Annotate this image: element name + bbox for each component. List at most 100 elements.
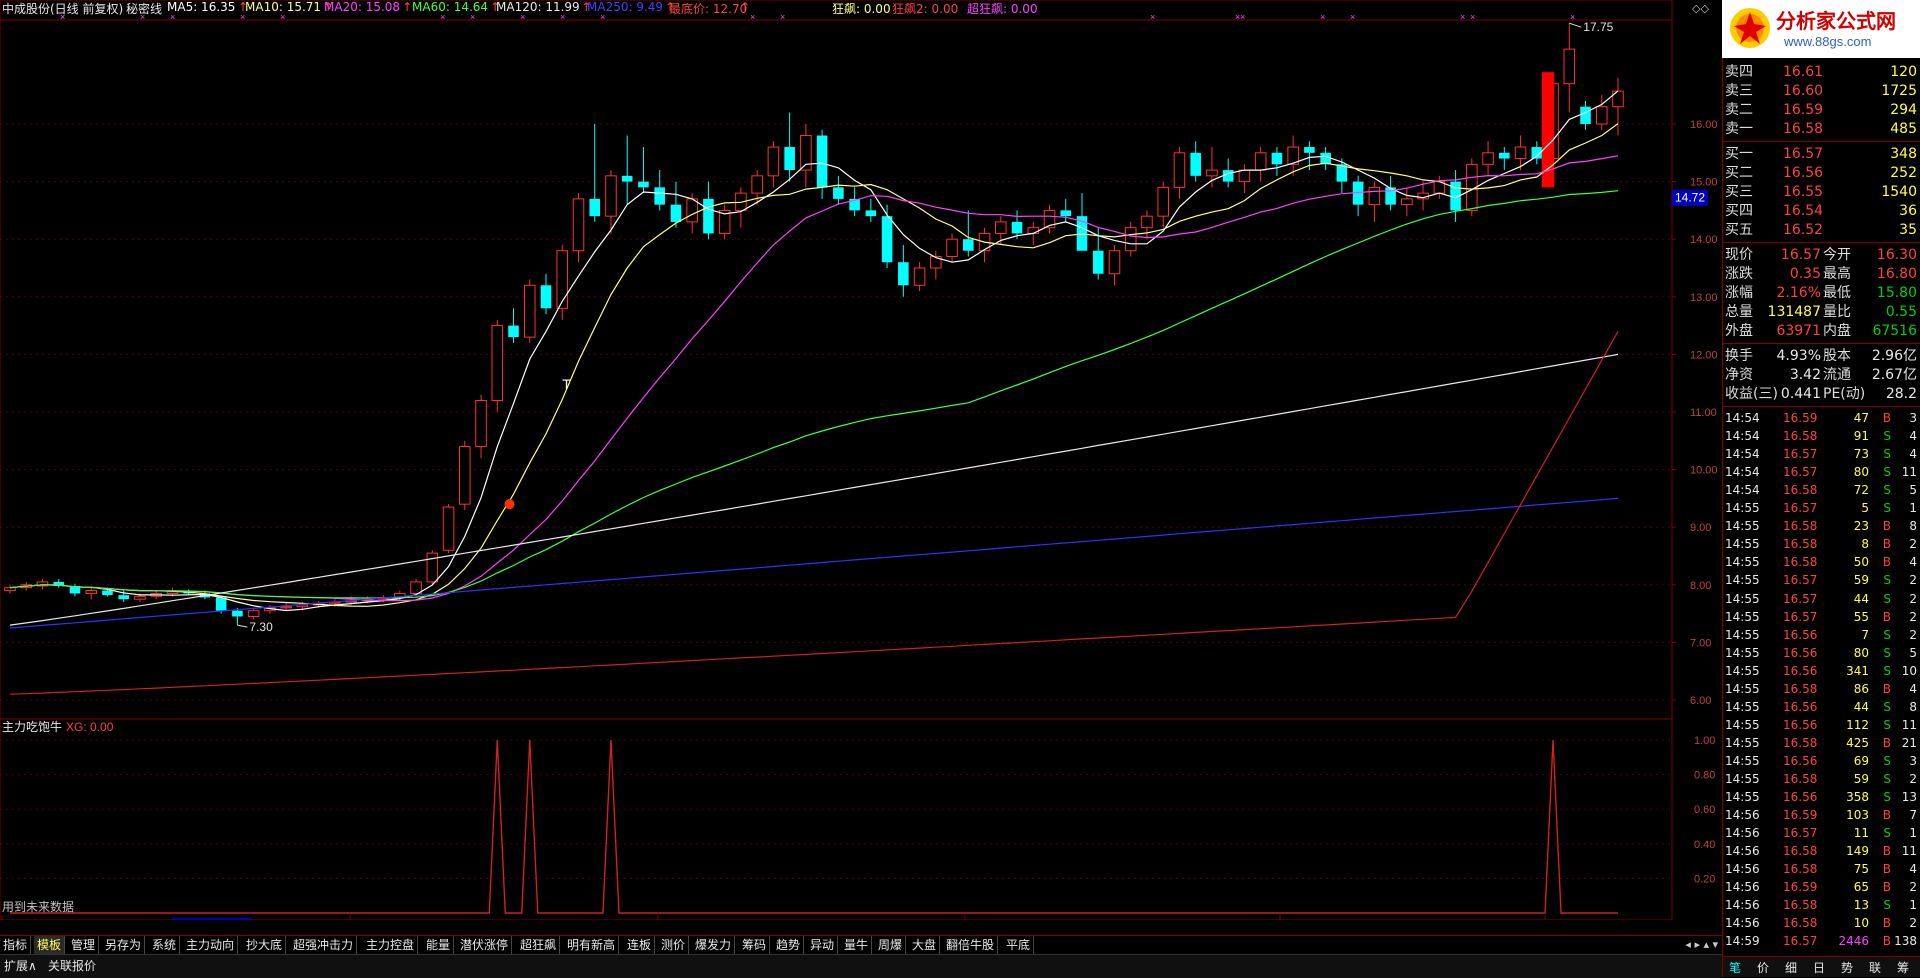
stat-label: PE(动) [1823, 386, 1866, 402]
tick-side: B [1882, 519, 1891, 534]
kline-chart[interactable]: 2014年 6789101117.757.30T××××××××××××××××… [0, 0, 1672, 920]
stat-row: 净资 3.42 流通 2.67亿 [1723, 366, 1920, 384]
toolbar-button[interactable]: 超强冲击力 [290, 936, 358, 954]
ma-legend-item: MA250: 9.49 [587, 0, 664, 14]
panel-tab[interactable]: 势 [1841, 959, 1853, 976]
tick-side: S [1883, 898, 1891, 913]
sub-tick-label: 1.00 [1694, 735, 1715, 747]
signal-x-icon: × [1570, 12, 1575, 22]
ask-label: 卖二 [1725, 102, 1753, 118]
candle-body [280, 606, 292, 609]
tick-volume: 72 [1853, 483, 1869, 498]
bid-row: 买二 16.56 252 [1723, 164, 1920, 182]
related-quote-button[interactable]: 关联报价 [48, 957, 96, 974]
stat-value: 63971 [1776, 323, 1821, 339]
toolbar-button[interactable]: 平底 [1003, 936, 1035, 954]
tick-row: 14:55 16.58 59 S 2 [1723, 770, 1920, 788]
bid-volume: 252 [1890, 165, 1917, 181]
expand-button[interactable]: 扩展∧ [4, 957, 37, 974]
toolbar-button[interactable]: 超狂飙 [517, 936, 561, 954]
ask-row: 卖四 16.61 120 [1723, 63, 1920, 81]
tick-count: 1 [1909, 898, 1917, 913]
panel-tab[interactable]: 联 [1869, 959, 1881, 976]
toolbar-button[interactable]: 能量 [423, 936, 455, 954]
toolbar-button[interactable]: 主力控盘 [363, 936, 419, 954]
candle-body [540, 285, 552, 309]
sub-tick-label: 0.40 [1694, 839, 1715, 851]
panel-tab[interactable]: 筹 [1897, 959, 1909, 976]
ask-volume: 294 [1890, 102, 1917, 118]
panel-tab[interactable]: 价 [1757, 959, 1769, 976]
toolbar-button[interactable]: 模板 [34, 936, 66, 954]
ask-label: 卖三 [1725, 83, 1753, 99]
candle-body [1157, 186, 1169, 217]
kuang-legend-item: 狂飙: 0.00 [832, 2, 891, 16]
tick-volume: 91 [1853, 429, 1869, 444]
toolbar-button[interactable]: 连板 [624, 936, 656, 954]
tick-row: 14:56 16.58 13 S 1 [1723, 896, 1920, 914]
tick-count: 2 [1909, 537, 1917, 552]
candle-body [784, 147, 795, 171]
panel-tab[interactable]: 细 [1785, 959, 1797, 976]
toolbar-button[interactable]: 量牛 [841, 936, 873, 954]
ma-legend-item: MA20: 15.08 [324, 0, 401, 14]
stat-value: 0.441 [1780, 386, 1821, 402]
tick-volume: 65 [1853, 880, 1869, 895]
candle-body [523, 284, 536, 338]
toolbar-button[interactable]: 测价 [658, 936, 690, 954]
current-price-label: 14.72 [1675, 191, 1705, 205]
toolbar-button[interactable]: 周爆 [875, 936, 907, 954]
toolbar-button[interactable]: 翻倍牛股 [943, 936, 999, 954]
tick-time: 14:55 [1725, 501, 1760, 516]
candle-body [442, 506, 455, 551]
bid-label: 买二 [1725, 165, 1753, 181]
tick-row: 14:55 16.57 55 B 2 [1723, 608, 1920, 626]
logo-title: 分析家公式网 [1776, 9, 1896, 33]
toolbar-button[interactable]: 潜伏涨停 [457, 936, 513, 954]
tick-price: 16.58 [1783, 844, 1818, 859]
tick-row: 14:55 16.56 341 S 10 [1723, 662, 1920, 680]
tick-row: 14:55 16.56 7 S 2 [1723, 626, 1920, 644]
tick-side: S [1883, 645, 1891, 660]
tick-volume: 2446 [1838, 934, 1869, 949]
tick-count: 2 [1909, 916, 1917, 931]
candle-body [410, 581, 422, 594]
up-arrow-icon: ↑ [740, 0, 751, 14]
panel-tab[interactable]: 笔 [1729, 959, 1741, 976]
toolbar-button[interactable]: 另存为 [102, 936, 146, 954]
toolbar-button[interactable]: 大盘 [909, 936, 941, 954]
toolbar-button[interactable]: 异动 [807, 936, 839, 954]
candle-body [1222, 170, 1234, 182]
tick-row: 14:56 16.58 75 B 4 [1723, 860, 1920, 878]
indicator-name: 秘密线 [126, 2, 163, 16]
sub-panel-title: 主力吃饱牛 [2, 719, 62, 734]
tick-row: 14:54 16.58 72 S 5 [1723, 481, 1920, 499]
toolbar-button[interactable]: 爆发力 [692, 936, 736, 954]
toolbar-button[interactable]: 明有新高 [564, 936, 620, 954]
tick-time: 14:56 [1725, 862, 1760, 877]
toolbar-scroll-arrows[interactable]: ◂ ▸ ▴ ▾ [1685, 936, 1718, 954]
tick-price: 16.56 [1783, 663, 1818, 678]
tick-volume: 59 [1853, 573, 1869, 588]
toolbar-button[interactable]: 抄大底 [243, 936, 287, 954]
tick-count: 4 [1909, 681, 1917, 696]
toolbar-button[interactable]: 系统 [149, 936, 181, 954]
tick-side: S [1883, 465, 1891, 480]
xg-signal-line [10, 739, 1618, 914]
toolbar-button[interactable]: 指标 [0, 936, 32, 954]
ma-legend-item: 最底价: 12.70 [669, 2, 748, 16]
tick-volume: 425 [1846, 735, 1869, 750]
panel-tab[interactable]: 日 [1813, 959, 1825, 976]
toolbar-button[interactable]: 筹码 [739, 936, 771, 954]
tick-count: 2 [1909, 880, 1917, 895]
up-arrow-icon: ↑ [402, 0, 413, 14]
stat-label: 最高 [1823, 266, 1851, 282]
tick-side: S [1883, 591, 1891, 606]
candle-body [1060, 210, 1072, 217]
divider [1723, 343, 1920, 344]
tick-time: 14:54 [1725, 447, 1760, 462]
toolbar-button[interactable]: 趋势 [773, 936, 805, 954]
toolbar-button[interactable]: 管理 [68, 936, 100, 954]
toolbar-button[interactable]: 主力动向 [183, 936, 239, 954]
candle-body [1580, 106, 1591, 124]
